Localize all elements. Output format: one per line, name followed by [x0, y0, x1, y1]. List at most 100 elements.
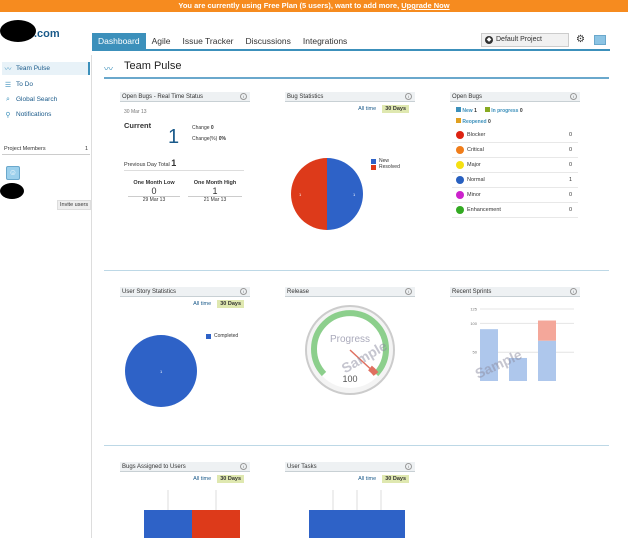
bug-summary: New 1 In progress 0 — [456, 107, 523, 114]
tab-integrations[interactable]: Integrations — [297, 33, 353, 49]
info-icon[interactable]: i — [570, 288, 577, 295]
list-item[interactable]: Minor 0 — [452, 188, 578, 203]
widget-title: Open Bugs - Real Time Status — [122, 94, 204, 100]
widget-header: Bugs Assigned to Users i — [120, 462, 250, 472]
story-stats-pie: 1 — [125, 335, 197, 407]
date: 30 Mar 13 — [124, 109, 147, 115]
pie-slice-resolved — [291, 158, 327, 230]
severity-name: Blocker — [467, 132, 486, 138]
members-label: Project Members — [4, 146, 46, 152]
list-icon: ☰ — [4, 81, 12, 89]
bugs-assigned-chart — [144, 490, 240, 538]
gear-icon[interactable]: ⚙ — [576, 34, 585, 45]
month-high: One Month High 1 21 Mar 13 — [188, 180, 242, 203]
low-value: 0 — [151, 186, 157, 196]
project-members-header: Project Members 1 — [2, 146, 90, 155]
widget-open-bugs-realtime: Open Bugs - Real Time Status i 30 Mar 13 … — [120, 92, 250, 222]
severity-dot — [456, 191, 464, 199]
sidebar-label: To Do — [16, 81, 33, 88]
toggle-30-days[interactable]: 30 Days — [217, 300, 244, 308]
sidebar-label: Global Search — [16, 96, 58, 103]
toggle-all-time[interactable]: All time — [356, 475, 378, 483]
toggle-all-time[interactable]: All time — [191, 300, 213, 308]
toggle-30-days[interactable]: 30 Days — [382, 475, 409, 483]
change-row: Change 0 — [192, 125, 214, 131]
sidebar-item-to-do[interactable]: ☰ To Do — [2, 78, 90, 91]
list-item[interactable]: Critical 0 — [452, 143, 578, 158]
upgrade-link[interactable]: Upgrade Now — [401, 1, 449, 10]
prev-value: 1 — [171, 158, 177, 168]
toggle-all-time[interactable]: All time — [191, 475, 213, 483]
main-nav: Dashboard Agile Issue Tracker Discussion… — [92, 33, 353, 49]
sidebar-label: Team Pulse — [16, 65, 50, 72]
prog-label: In progress — [491, 108, 519, 114]
severity-name: Minor — [467, 192, 481, 198]
list-item[interactable]: Normal 1 — [452, 173, 578, 188]
current-label: Current — [124, 121, 152, 130]
info-icon[interactable]: i — [240, 288, 247, 295]
section-divider — [104, 270, 609, 271]
swatch — [456, 107, 461, 112]
info-icon[interactable]: i — [405, 93, 412, 100]
list-item[interactable]: Blocker 0 — [452, 128, 578, 143]
legend-swatch — [206, 333, 211, 339]
members-count: 1 — [84, 146, 88, 152]
tab-discussions[interactable]: Discussions — [240, 33, 297, 49]
info-icon[interactable]: i — [240, 93, 247, 100]
reop-value: 0 — [487, 119, 491, 125]
info-icon[interactable]: i — [405, 463, 412, 470]
search-icon: ⌕ — [6, 95, 10, 103]
severity-dot — [456, 206, 464, 214]
severity-dot — [456, 161, 464, 169]
pulse-icon: 〰 — [4, 65, 12, 73]
legend-swatch — [371, 158, 376, 164]
tab-dashboard[interactable]: Dashboard — [92, 33, 146, 49]
list-item[interactable]: Major 0 — [452, 158, 578, 173]
prev-day-row: Previous Day Total 1 — [124, 158, 244, 171]
severity-dot — [456, 131, 464, 139]
high-value: 1 — [212, 186, 218, 196]
widget-header: Open Bugs i — [450, 92, 580, 102]
tab-issue-tracker[interactable]: Issue Tracker — [177, 33, 240, 49]
info-icon[interactable]: i — [240, 463, 247, 470]
widget-title: Recent Sprints — [452, 289, 492, 295]
bug-stats-pie: 1 1 — [291, 158, 363, 230]
tab-agile[interactable]: Agile — [146, 33, 177, 49]
notification-icon: ⚲ — [5, 111, 11, 119]
panel-button[interactable] — [594, 35, 606, 45]
month-low: One Month Low 0 29 Mar 13 — [128, 180, 180, 203]
bug-severity-list: Blocker 0 Critical 0 Major 0 Normal 1 Minor 0… — [452, 128, 578, 218]
low-date: 29 Mar 13 — [128, 196, 180, 203]
toggle-30-days[interactable]: 30 Days — [217, 475, 244, 483]
widget-title: User Story Statistics — [122, 289, 177, 295]
widget-header: Open Bugs - Real Time Status i — [120, 92, 250, 102]
toggle-all-time[interactable]: All time — [356, 105, 378, 113]
summary-in-progress: In progress 0 — [484, 107, 523, 114]
info-icon[interactable]: i — [405, 288, 412, 295]
upgrade-banner: You are currently using Free Plan (5 use… — [0, 0, 628, 12]
severity-count: 0 — [568, 192, 572, 198]
list-item[interactable]: Enhancement 0 — [452, 203, 578, 218]
sidebar-item-notifications[interactable]: ⚲ Notifications — [2, 108, 90, 121]
banner-text: You are currently using Free Plan (5 use… — [178, 1, 400, 10]
section-divider — [104, 445, 609, 446]
invite-users-button[interactable]: Invite users — [57, 200, 92, 210]
time-toggle: All time 30 Days — [285, 475, 415, 483]
reop-label: Reopened — [462, 119, 487, 125]
change-value: 0 — [210, 125, 214, 131]
severity-name: Critical — [467, 147, 484, 153]
sidebar-item-global-search[interactable]: ⌕ Global Search — [2, 93, 90, 106]
avatar[interactable]: ☺ — [6, 166, 20, 180]
release-gauge: Progress 100 Sample — [305, 305, 395, 395]
project-select[interactable]: ◆ Default Project — [481, 33, 569, 47]
sidebar-divider — [91, 55, 92, 538]
summary-new: New 1 — [456, 107, 477, 114]
sidebar-item-team-pulse[interactable]: 〰 Team Pulse — [2, 62, 90, 75]
widget-bug-statistics: Bug Statistics i All time 30 Days 1 1 New … — [285, 92, 415, 237]
toggle-30-days[interactable]: 30 Days — [382, 105, 409, 113]
project-icon: ◆ — [485, 36, 493, 44]
info-icon[interactable]: i — [570, 93, 577, 100]
member-name-redacted — [0, 183, 24, 199]
severity-name: Normal — [467, 177, 485, 183]
widget-header: Recent Sprints i — [450, 287, 580, 297]
